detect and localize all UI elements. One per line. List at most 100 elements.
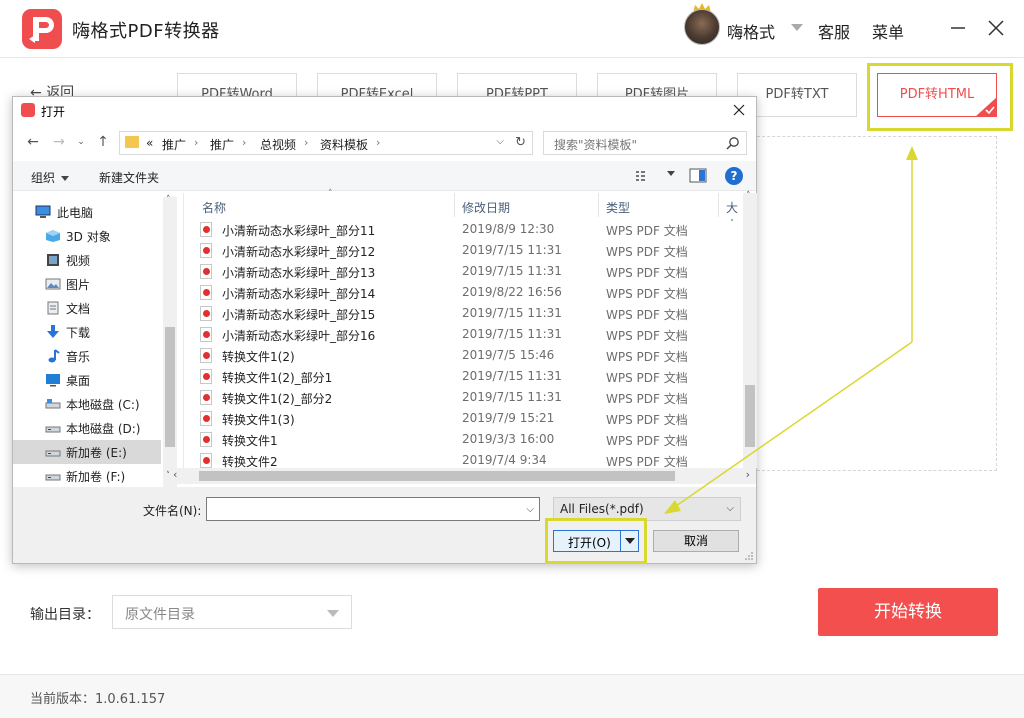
address-bar[interactable]: « 推广 › 推广 › 总视频 › 资料模板 › ⌵ ↻: [119, 131, 533, 155]
file-type: WPS PDF 文档: [606, 350, 688, 364]
column-header-size[interactable]: 大小: [726, 199, 742, 221]
nav-item-videos[interactable]: 视频: [13, 248, 161, 272]
nav-item-label: 下载: [66, 326, 91, 340]
column-divider[interactable]: [454, 193, 455, 217]
cancel-button[interactable]: 取消: [653, 530, 739, 552]
nav-item-label: 文档: [66, 302, 91, 316]
breadcrumb-overflow[interactable]: «: [146, 136, 153, 150]
search-icon[interactable]: [726, 136, 740, 150]
breadcrumb-item[interactable]: 资料模板: [320, 136, 368, 153]
horizontal-scrollbar[interactable]: ‹ ›: [169, 468, 756, 484]
menu-link[interactable]: 菜单: [872, 19, 904, 43]
nav-item-this-pc[interactable]: 此电脑: [13, 200, 161, 224]
file-row[interactable]: 小清新动态水彩绿叶_部分11 2019/8/9 12:30 WPS PDF 文档: [184, 219, 742, 240]
file-name: 转换文件1: [222, 434, 278, 448]
nav-item-downloads[interactable]: 下载: [13, 320, 161, 344]
pdf-file-icon: [200, 411, 212, 426]
file-date: 2019/7/5 15:46: [462, 348, 555, 362]
filename-input[interactable]: ⌵: [206, 497, 540, 521]
user-name[interactable]: 嗨格式: [727, 19, 775, 43]
avatar[interactable]: [684, 9, 720, 45]
nav-item-drive-c[interactable]: 本地磁盘 (C:): [13, 392, 161, 416]
file-row[interactable]: 转换文件1(2)_部分1 2019/7/15 11:31 WPS PDF 文档: [184, 366, 742, 387]
file-row[interactable]: 小清新动态水彩绿叶_部分14 2019/8/22 16:56 WPS PDF 文档: [184, 282, 742, 303]
file-drop-area[interactable]: [752, 136, 997, 471]
view-options-icon[interactable]: [635, 169, 653, 183]
service-link[interactable]: 客服: [818, 19, 850, 43]
up-arrow-icon[interactable]: ↑: [95, 134, 111, 150]
chevron-right-icon: ›: [242, 136, 247, 149]
file-row[interactable]: 转换文件1(2) 2019/7/5 15:46 WPS PDF 文档: [184, 345, 742, 366]
desktop-icon: [46, 374, 60, 387]
scrollbar-thumb[interactable]: [745, 385, 755, 447]
drive-icon: [45, 426, 61, 433]
file-date: 2019/7/15 11:31: [462, 243, 562, 257]
nav-item-pictures[interactable]: 图片: [13, 272, 161, 296]
nav-item-desktop[interactable]: 桌面: [13, 368, 161, 392]
file-row[interactable]: 转换文件1(3) 2019/7/9 15:21 WPS PDF 文档: [184, 408, 742, 429]
chevron-down-icon[interactable]: ⌵: [496, 136, 504, 147]
recent-dropdown-icon[interactable]: ⌄: [73, 134, 89, 150]
chevron-up-icon[interactable]: ˄: [166, 195, 171, 205]
new-folder-button[interactable]: 新建文件夹: [99, 169, 159, 186]
file-row[interactable]: 转换文件1(2)_部分2 2019/7/15 11:31 WPS PDF 文档: [184, 387, 742, 408]
scrollbar-thumb[interactable]: [199, 471, 675, 481]
file-date: 2019/7/4 9:34: [462, 453, 547, 467]
chevron-left-icon[interactable]: ‹: [173, 468, 177, 481]
refresh-icon[interactable]: ↻: [515, 135, 526, 150]
breadcrumb-item[interactable]: 总视频: [260, 136, 296, 153]
column-divider[interactable]: [598, 193, 599, 217]
chevron-down-icon[interactable]: [791, 24, 803, 31]
nav-item-drive-d[interactable]: 本地磁盘 (D:): [13, 416, 161, 440]
file-row[interactable]: 小清新动态水彩绿叶_部分12 2019/7/15 11:31 WPS PDF 文档: [184, 240, 742, 261]
dialog-title: 打开: [41, 105, 66, 119]
nav-item-drive-e[interactable]: 新加卷 (E:): [13, 440, 161, 464]
picture-icon: [45, 278, 61, 290]
nav-item-drive-f[interactable]: 新加卷 (F:): [13, 464, 161, 488]
output-directory-select[interactable]: 原文件目录: [112, 595, 352, 629]
nav-item-label: 音乐: [66, 350, 91, 364]
file-row[interactable]: 小清新动态水彩绿叶_部分16 2019/7/15 11:31 WPS PDF 文档: [184, 324, 742, 345]
app-title: 嗨格式PDF转换器: [72, 21, 220, 42]
help-icon[interactable]: ?: [725, 167, 743, 185]
version-text: 当前版本：1.0.61.157: [30, 692, 166, 707]
resize-grip-icon[interactable]: [744, 551, 754, 561]
nav-pane-scrollbar[interactable]: ˄ ˅: [163, 195, 177, 487]
chevron-right-icon[interactable]: ›: [746, 468, 750, 481]
breadcrumb-item[interactable]: 推广: [162, 136, 186, 153]
file-list-scrollbar[interactable]: ˄: [743, 191, 757, 468]
back-arrow-icon[interactable]: ←: [25, 134, 41, 150]
organize-menu[interactable]: 组织: [31, 169, 70, 186]
pdf-file-icon: [200, 369, 212, 384]
file-row[interactable]: 小清新动态水彩绿叶_部分13 2019/7/15 11:31 WPS PDF 文档: [184, 261, 742, 282]
breadcrumb-item[interactable]: 推广: [210, 136, 234, 153]
preview-pane-icon[interactable]: [689, 168, 707, 183]
scrollbar-thumb[interactable]: [165, 327, 175, 447]
download-icon: [47, 325, 59, 338]
close-icon[interactable]: [984, 16, 1008, 40]
close-icon[interactable]: [730, 101, 748, 119]
command-bar: 组织 新建文件夹 ?: [13, 161, 756, 191]
nav-item-documents[interactable]: 文档: [13, 296, 161, 320]
file-name: 小清新动态水彩绿叶_部分12: [222, 245, 376, 259]
forward-arrow-icon[interactable]: →: [51, 134, 67, 150]
chevron-right-icon: ›: [304, 136, 309, 149]
file-type-filter-value: All Files(*.pdf): [560, 502, 644, 516]
file-row[interactable]: 小清新动态水彩绿叶_部分15 2019/7/15 11:31 WPS PDF 文档: [184, 303, 742, 324]
pdf-file-icon: [200, 243, 212, 258]
nav-item-3d-objects[interactable]: 3D 对象: [13, 224, 161, 248]
column-header-date[interactable]: 修改日期: [462, 199, 510, 221]
column-header-name[interactable]: 名称: [202, 199, 226, 221]
minimize-icon[interactable]: [946, 16, 970, 40]
chevron-down-icon[interactable]: [667, 171, 675, 176]
nav-item-music[interactable]: 音乐: [13, 344, 161, 368]
chevron-up-icon[interactable]: ˄: [746, 191, 751, 201]
chevron-down-icon[interactable]: ⌵: [526, 504, 534, 515]
column-header-type[interactable]: 类型: [606, 199, 630, 221]
file-row[interactable]: 转换文件1 2019/3/3 16:00 WPS PDF 文档: [184, 429, 742, 450]
start-convert-button[interactable]: 开始转换: [818, 588, 998, 636]
column-divider[interactable]: [718, 193, 719, 217]
chevron-right-icon: ›: [376, 136, 381, 149]
app-logo-icon: [21, 103, 35, 117]
search-input[interactable]: 搜索"资料模板": [543, 131, 747, 155]
